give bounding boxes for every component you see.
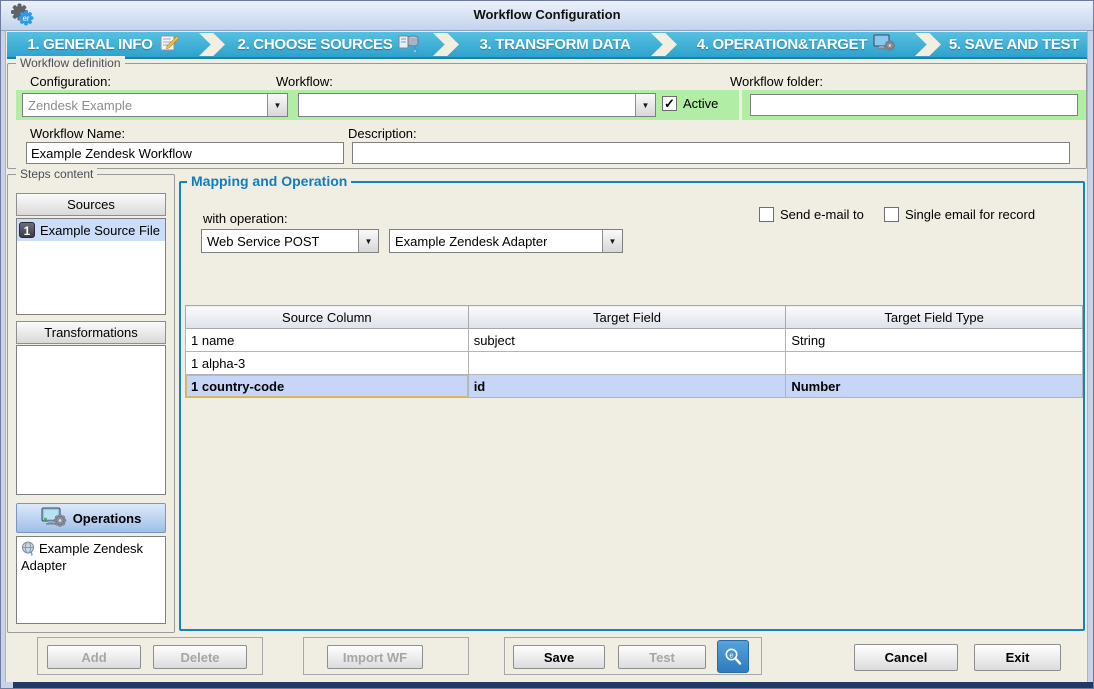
operation-adapter-select[interactable]: Example Zendesk Adapter ▼ bbox=[389, 229, 623, 253]
mapping-table[interactable]: Source Column Target Field Target Field … bbox=[185, 305, 1083, 398]
cancel-button[interactable]: Cancel bbox=[854, 644, 958, 671]
mapping-legend: Mapping and Operation bbox=[187, 173, 351, 189]
wizard-step-bar: 1. GENERAL INFO 2. CHOOSE SOURCES bbox=[7, 32, 1087, 59]
source-list-item[interactable]: 1 Example Source File bbox=[17, 219, 165, 241]
chevron-right-icon bbox=[199, 33, 225, 56]
magnifier-icon: e bbox=[723, 647, 743, 667]
operation-type-select[interactable]: Web Service POST ▼ bbox=[201, 229, 379, 253]
table-row[interactable]: 1 name subject String bbox=[186, 329, 1083, 352]
configuration-label: Configuration: bbox=[30, 74, 111, 89]
steps-content-legend: Steps content bbox=[16, 167, 97, 181]
sources-database-icon bbox=[398, 34, 420, 56]
send-email-checkbox-row: Send e-mail to bbox=[759, 207, 864, 222]
import-wf-button[interactable]: Import WF bbox=[327, 645, 423, 669]
chevron-right-icon bbox=[433, 33, 459, 56]
operations-header-label: Operations bbox=[73, 511, 142, 526]
operation-list-item[interactable]: Example Zendesk Adapter bbox=[17, 537, 165, 577]
workflow-definition-legend: Workflow definition bbox=[16, 56, 125, 70]
header-target-field: Target Field bbox=[468, 306, 786, 329]
search-magnifier-button[interactable]: e bbox=[717, 640, 749, 673]
operations-monitor-gear-icon bbox=[41, 507, 67, 530]
workflow-folder-label: Workflow folder: bbox=[730, 74, 823, 89]
exit-button[interactable]: Exit bbox=[974, 644, 1061, 671]
workflow-name-label: Workflow Name: bbox=[30, 126, 125, 141]
titlebar: er Workflow Configuration bbox=[1, 1, 1093, 31]
chevron-right-icon bbox=[915, 33, 941, 56]
chevron-right-icon bbox=[651, 33, 677, 56]
send-email-label: Send e-mail to bbox=[780, 207, 864, 222]
table-row[interactable]: 1 alpha-3 bbox=[186, 352, 1083, 375]
window-bottom-edge bbox=[1, 682, 1093, 688]
operation-target-monitor-gear-icon bbox=[873, 34, 895, 55]
active-checkbox-row: ✓ Active bbox=[662, 96, 718, 111]
workflow-configuration-window: er Workflow Configuration 1. GENERAL INF… bbox=[0, 0, 1094, 689]
chevron-down-icon[interactable]: ▼ bbox=[602, 230, 622, 252]
window-left-edge bbox=[1, 31, 6, 688]
tab-general-info[interactable]: 1. GENERAL INFO bbox=[7, 32, 199, 57]
description-label: Description: bbox=[348, 126, 417, 141]
workflow-folder-input[interactable] bbox=[750, 94, 1078, 116]
tab-operation-target[interactable]: 4. OPERATION&TARGET bbox=[677, 32, 915, 57]
tab-transform-data[interactable]: 3. TRANSFORM DATA bbox=[459, 32, 651, 57]
operations-header-button[interactable]: Operations bbox=[16, 503, 166, 533]
configuration-select[interactable]: Zendesk Example ▼ bbox=[22, 93, 288, 117]
tab-choose-sources[interactable]: 2. CHOOSE SOURCES bbox=[225, 32, 433, 57]
chevron-down-icon[interactable]: ▼ bbox=[635, 94, 655, 116]
mapping-and-operation-group: Mapping and Operation with operation: We… bbox=[179, 181, 1085, 631]
sources-header-button[interactable]: Sources bbox=[16, 193, 166, 216]
single-email-label: Single email for record bbox=[905, 207, 1035, 222]
transformations-header-button[interactable]: Transformations bbox=[16, 321, 166, 344]
transformations-list[interactable] bbox=[16, 345, 166, 495]
resize-grip[interactable] bbox=[1, 682, 13, 688]
svg-text:e: e bbox=[729, 650, 733, 659]
notepad-pencil-icon bbox=[159, 34, 179, 55]
window-right-edge bbox=[1087, 31, 1093, 688]
source-item-label: Example Source File bbox=[40, 223, 160, 238]
workflow-select[interactable]: ▼ bbox=[298, 93, 656, 117]
test-button[interactable]: Test bbox=[618, 645, 706, 669]
header-target-field-type: Target Field Type bbox=[786, 306, 1083, 329]
active-label: Active bbox=[683, 96, 718, 111]
operation-item-label: Example Zendesk Adapter bbox=[21, 541, 143, 573]
adapter-globe-icon bbox=[21, 541, 36, 556]
send-email-checkbox[interactable] bbox=[759, 207, 774, 222]
workflow-label: Workflow: bbox=[276, 74, 333, 89]
description-input[interactable] bbox=[352, 142, 1070, 164]
active-checkbox[interactable]: ✓ bbox=[662, 96, 677, 111]
add-button[interactable]: Add bbox=[47, 645, 141, 669]
chevron-down-icon[interactable]: ▼ bbox=[358, 230, 378, 252]
mapping-table-header: Source Column Target Field Target Field … bbox=[186, 306, 1083, 329]
sources-list[interactable]: 1 Example Source File bbox=[16, 218, 166, 315]
steps-content-group: Steps content Sources 1 Example Source F… bbox=[7, 174, 175, 633]
single-email-checkbox[interactable] bbox=[884, 207, 899, 222]
source-number-badge: 1 bbox=[19, 222, 35, 238]
table-row-selected[interactable]: 1 country-code id Number bbox=[186, 375, 1083, 398]
delete-button[interactable]: Delete bbox=[153, 645, 247, 669]
save-button[interactable]: Save bbox=[513, 645, 605, 669]
operations-list[interactable]: Example Zendesk Adapter bbox=[16, 536, 166, 624]
chevron-down-icon[interactable]: ▼ bbox=[267, 94, 287, 116]
workflow-definition-group: Workflow definition Configuration: Zende… bbox=[7, 63, 1087, 169]
window-title: Workflow Configuration bbox=[1, 7, 1093, 22]
tab-save-and-test[interactable]: 5. SAVE AND TEST bbox=[941, 32, 1087, 57]
workflow-name-input[interactable] bbox=[26, 142, 344, 164]
single-email-checkbox-row: Single email for record bbox=[884, 207, 1035, 222]
header-source-column: Source Column bbox=[186, 306, 469, 329]
with-operation-label: with operation: bbox=[203, 211, 288, 226]
